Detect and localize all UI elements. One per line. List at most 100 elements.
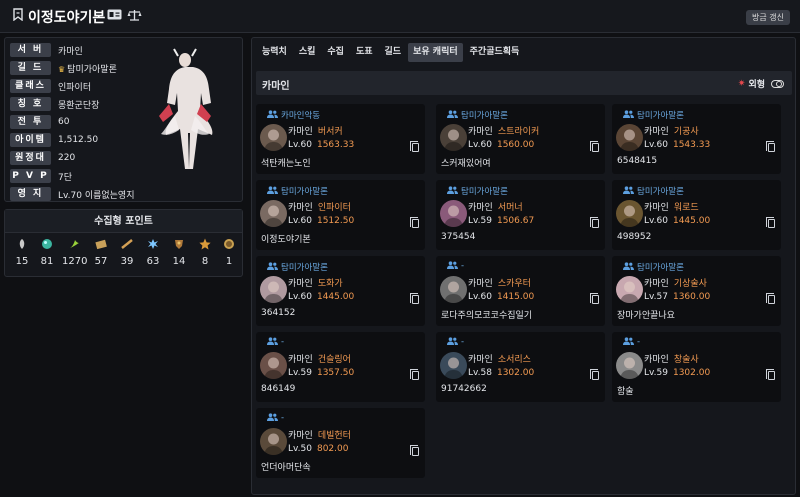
character-server: 카마인 — [644, 279, 669, 289]
collect-item[interactable]: 81 — [35, 238, 59, 267]
character-card[interactable]: - 카마인 소서리스 Lv.58 1302.00 91742662 — [436, 332, 605, 402]
character-class: 소서리스 — [497, 355, 531, 365]
character-card[interactable]: 탐미가아말론 카마인 인파이터 Lv.60 1512.50 이정도야기본 — [256, 180, 425, 250]
character-item-level: 1357.50 — [316, 368, 355, 378]
character-guild[interactable]: 탐미가아말론 — [267, 185, 328, 197]
collect-item[interactable]: 1270 — [62, 238, 88, 267]
character-name[interactable]: 언더아머단속 — [261, 460, 311, 473]
character-item-level: 1506.67 — [496, 216, 535, 226]
sea-bounty-icon — [223, 238, 235, 250]
character-name[interactable]: 이정도야기본 — [261, 232, 311, 245]
collect-item[interactable]: 1 — [217, 238, 241, 267]
character-server: 카마인 — [468, 203, 493, 213]
character-class: 건슬링어 — [317, 355, 351, 365]
copy-icon[interactable] — [410, 369, 419, 380]
character-guild[interactable]: 탐미가아말론 — [623, 185, 684, 197]
character-name[interactable]: 스커재있어여 — [441, 156, 491, 169]
character-name[interactable]: 6548415 — [617, 156, 657, 166]
character-card[interactable]: 탐미가아말론 카마인 기공사 Lv.60 1543.33 6548415 — [612, 104, 781, 174]
character-name[interactable]: 석탄캐는노인 — [261, 156, 311, 169]
character-guild[interactable]: 탐미가아말론 — [623, 109, 684, 121]
character-name[interactable]: 364152 — [261, 308, 295, 318]
collect-item[interactable]: 14 — [167, 238, 191, 267]
character-name[interactable]: 375454 — [441, 232, 475, 242]
guild-name: 탐미가아말론 — [461, 187, 508, 197]
people-icon — [447, 337, 458, 347]
collect-item[interactable]: 8 — [193, 238, 217, 267]
copy-icon[interactable] — [410, 217, 419, 228]
collect-count: 1270 — [62, 256, 88, 267]
tab-charts[interactable]: 도표 — [351, 43, 378, 62]
character-card[interactable]: - 카마인 스카우터 Lv.60 1415.00 로다주의모코코수집일기 — [436, 256, 605, 326]
character-levels: Lv.60 1445.00 — [644, 216, 710, 226]
character-guild[interactable]: 탐미가아말론 — [447, 109, 508, 121]
tab-guild[interactable]: 길드 — [380, 43, 407, 62]
tab-collection[interactable]: 수집 — [322, 43, 349, 62]
character-name[interactable]: 로다주의모코코수집일기 — [441, 308, 532, 321]
character-card[interactable]: 카마인악동 카마인 버서커 Lv.60 1563.33 석탄캐는노인 — [256, 104, 425, 174]
copy-icon[interactable] — [590, 141, 599, 152]
tab-weekly-gold[interactable]: 주간골드획득 — [465, 43, 525, 62]
character-server: 카마인 — [468, 279, 493, 289]
character-card[interactable]: - 카마인 건슬링어 Lv.59 1357.50 846149 — [256, 332, 425, 402]
character-guild[interactable]: - — [447, 337, 464, 347]
guild-name: 탐미가아말론 — [281, 187, 328, 197]
collect-count: 1 — [225, 256, 233, 267]
copy-icon[interactable] — [590, 369, 599, 380]
people-icon — [623, 110, 634, 120]
character-item-level: 1302.00 — [496, 368, 535, 378]
character-guild[interactable]: 탐미가아말론 — [267, 261, 328, 273]
character-avatar — [260, 124, 287, 151]
character-card[interactable]: 탐미가아말론 카마인 스트라이커 Lv.60 1560.00 스커재있어여 — [436, 104, 605, 174]
character-guild[interactable]: 탐미가아말론 — [623, 261, 684, 273]
character-guild[interactable]: - — [447, 261, 464, 271]
character-card[interactable]: - 카마인 창술사 Lv.59 1302.00 함술 — [612, 332, 781, 402]
bookmark-icon[interactable] — [13, 8, 23, 24]
id-card-icon[interactable] — [107, 9, 122, 23]
collect-item[interactable]: 15 — [10, 238, 34, 267]
character-name[interactable]: 846149 — [261, 384, 295, 394]
copy-icon[interactable] — [590, 217, 599, 228]
profile-label: 서 버 — [10, 43, 51, 57]
character-guild[interactable]: 카마인악동 — [267, 109, 320, 121]
copy-icon[interactable] — [410, 293, 419, 304]
character-guild[interactable]: - — [623, 337, 640, 347]
character-item-level: 1543.33 — [672, 140, 711, 150]
character-levels: Lv.59 1506.67 — [468, 216, 534, 226]
character-card[interactable]: 탐미가아말론 카마인 워로드 Lv.60 1445.00 498952 — [612, 180, 781, 250]
character-name[interactable]: 함술 — [617, 384, 634, 397]
copy-icon[interactable] — [766, 293, 775, 304]
copy-icon[interactable] — [766, 369, 775, 380]
guild-name[interactable]: 탐미가아말론 — [67, 65, 117, 75]
character-card[interactable]: - 카마인 데빌헌터 Lv.50 802.00 언더아머단속 — [256, 408, 425, 478]
character-card[interactable]: 탐미가아말론 카마인 서머너 Lv.59 1506.67 375454 — [436, 180, 605, 250]
copy-icon[interactable] — [590, 293, 599, 304]
refresh-button[interactable]: 방금 갱신 — [746, 10, 790, 25]
character-guild[interactable]: 탐미가아말론 — [447, 185, 508, 197]
collection-points-panel: 수집형 포인트 15 81 1270 57 39 63 14 8 1 — [4, 209, 243, 277]
appearance-toggle[interactable]: ✷ 외형 — [738, 77, 784, 90]
tab-stats[interactable]: 능력치 — [257, 43, 292, 62]
crown-icon: ♛ — [58, 64, 66, 74]
tab-owned-characters[interactable]: 보유 캐릭터 — [408, 43, 463, 62]
character-name[interactable]: 498952 — [617, 232, 651, 242]
collect-item[interactable]: 63 — [141, 238, 165, 267]
profile-value: 인파이터 — [58, 82, 92, 93]
character-name[interactable]: 91742662 — [441, 384, 487, 394]
character-card[interactable]: 탐미가아말론 카마인 도화가 Lv.60 1445.00 364152 — [256, 256, 425, 326]
character-card[interactable]: 탐미가아말론 카마인 기상술사 Lv.57 1360.00 장마가안끝나요 — [612, 256, 781, 326]
character-guild[interactable]: - — [267, 413, 284, 423]
character-server: 카마인 — [288, 279, 313, 289]
tab-skills[interactable]: 스킬 — [294, 43, 321, 62]
toggle-switch-icon[interactable] — [771, 79, 784, 88]
collect-item[interactable]: 39 — [115, 238, 139, 267]
copy-icon[interactable] — [766, 217, 775, 228]
copy-icon[interactable] — [410, 445, 419, 456]
character-guild[interactable]: - — [267, 337, 284, 347]
copy-icon[interactable] — [766, 141, 775, 152]
scale-icon[interactable] — [127, 9, 142, 24]
collect-item[interactable]: 57 — [89, 238, 113, 267]
character-name[interactable]: 장마가안끝나요 — [617, 308, 675, 321]
copy-icon[interactable] — [410, 141, 419, 152]
character-server: 카마인 — [644, 127, 669, 137]
